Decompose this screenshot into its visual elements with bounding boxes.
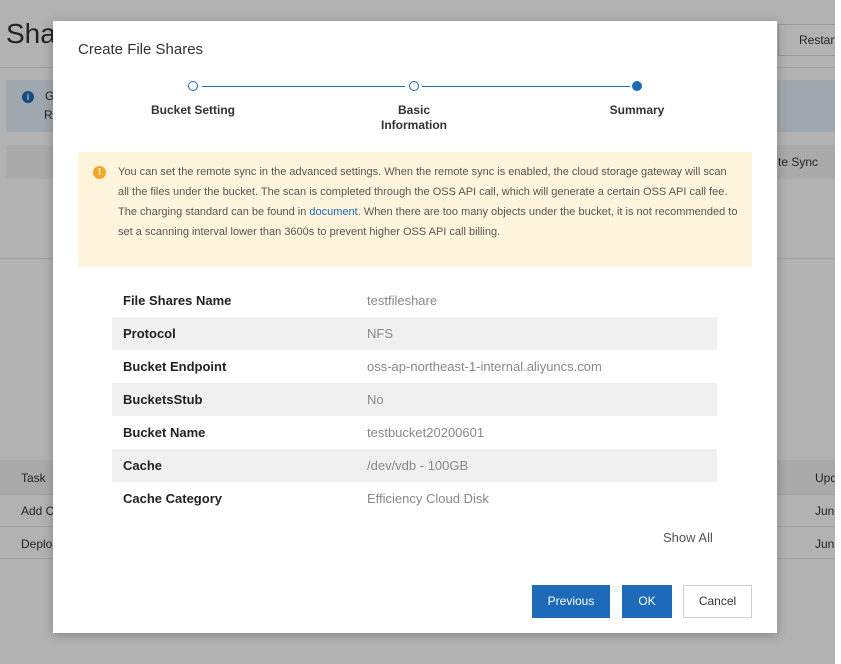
summary-value: Efficiency Cloud Disk bbox=[367, 491, 489, 506]
cancel-button[interactable]: Cancel bbox=[683, 585, 752, 618]
summary-key: Cache Category bbox=[123, 491, 222, 506]
summary-value: testfileshare bbox=[367, 293, 438, 308]
dialog-title: Create File Shares bbox=[78, 41, 204, 58]
summary-row: BucketsStub No bbox=[112, 383, 717, 416]
summary-value: NFS bbox=[367, 326, 393, 341]
step-2-label: Basic Information bbox=[354, 103, 474, 133]
warning-icon: ! bbox=[93, 166, 106, 179]
summary-value: testbucket20200601 bbox=[367, 425, 485, 440]
summary-key: Protocol bbox=[123, 326, 176, 341]
step-1-dot bbox=[188, 81, 198, 91]
summary-row: File Shares Name testfileshare bbox=[112, 284, 717, 317]
step-2-dot bbox=[409, 81, 419, 91]
step-3-label: Summary bbox=[609, 103, 665, 117]
summary-key: Bucket Name bbox=[123, 425, 206, 440]
step-connector bbox=[202, 86, 405, 87]
ok-button[interactable]: OK bbox=[622, 585, 672, 618]
create-file-shares-dialog: Create File Shares Bucket Setting Basic … bbox=[53, 21, 777, 633]
summary-value: oss-ap-northeast-1-internal.aliyuncs.com bbox=[367, 359, 602, 374]
step-2-label-line2: Information bbox=[381, 118, 447, 132]
summary-key: Cache bbox=[123, 458, 163, 473]
summary-value: /dev/vdb - 100GB bbox=[367, 458, 469, 473]
document-link[interactable]: document bbox=[309, 206, 357, 218]
summary-table: File Shares Name testfileshare Protocol … bbox=[112, 284, 717, 515]
remote-sync-notice: ! You can set the remote sync in the adv… bbox=[78, 152, 752, 267]
step-3-dot bbox=[632, 81, 642, 91]
summary-row: Bucket Endpoint oss-ap-northeast-1-inter… bbox=[112, 350, 717, 383]
step-1-label: Bucket Setting bbox=[150, 103, 235, 117]
summary-value: No bbox=[367, 392, 384, 407]
previous-button[interactable]: Previous bbox=[532, 585, 610, 618]
show-all-link[interactable]: Show All bbox=[663, 530, 713, 545]
summary-row: Cache Category Efficiency Cloud Disk bbox=[112, 482, 717, 515]
step-2-label-line1: Basic bbox=[397, 103, 431, 117]
notice-text: You can set the remote sync in the advan… bbox=[118, 162, 738, 242]
step-connector bbox=[422, 86, 630, 87]
summary-row: Protocol NFS bbox=[112, 317, 717, 350]
summary-row: Bucket Name testbucket20200601 bbox=[112, 416, 717, 449]
page-edge bbox=[835, 0, 841, 664]
summary-key: File Shares Name bbox=[123, 293, 232, 308]
summary-key: BucketsStub bbox=[123, 392, 203, 407]
summary-key: Bucket Endpoint bbox=[123, 359, 227, 374]
summary-row: Cache /dev/vdb - 100GB bbox=[112, 449, 717, 482]
